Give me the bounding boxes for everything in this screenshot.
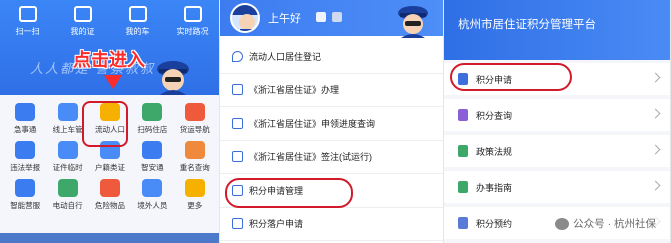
masked-name-block — [332, 12, 342, 22]
grid-item-more[interactable]: 更多 — [174, 179, 216, 211]
document-icon — [458, 145, 468, 157]
user-avatar-icon — [232, 5, 258, 31]
menu-header: 上午好 — [220, 0, 443, 38]
police-mascot-icon — [157, 61, 189, 95]
robot-icon — [15, 179, 36, 197]
highlight-ring-points-apply — [450, 63, 572, 91]
document-icon — [232, 84, 243, 96]
shortcut-my-car[interactable]: 我的车 — [113, 6, 163, 37]
shortcut-my-id[interactable]: 我的证 — [58, 6, 108, 37]
grid-item-e-bike[interactable]: 电动自行 — [46, 179, 88, 211]
scan-icon — [18, 6, 37, 22]
app-home-panel: 扫一扫 我的证 我的车 实时路况 人人都是 警察叔叔 点击进入 急事通 线上车管… — [0, 0, 220, 243]
chevron-right-icon — [650, 108, 661, 119]
list-item-policies[interactable]: 政策法规 — [444, 135, 670, 167]
grid-item-smart-service[interactable]: 智能营服 — [4, 179, 46, 211]
greeting-text: 上午好 — [268, 13, 301, 25]
platform-header: 杭州市居住证积分管理平台 — [444, 0, 670, 60]
avatar[interactable] — [230, 3, 260, 33]
top-shortcut-bar: 扫一扫 我的证 我的车 实时路况 — [0, 6, 219, 37]
document-icon — [232, 218, 243, 230]
grid-item-hotel-checkin[interactable]: 扫码住店 — [131, 103, 173, 135]
chevron-right-icon — [650, 144, 661, 155]
id-card-icon — [73, 6, 92, 22]
list-item-points-query[interactable]: 积分查询 — [444, 99, 670, 131]
hazard-icon — [99, 179, 120, 197]
grid-item-freight-nav[interactable]: 货运导航 — [174, 103, 216, 135]
grid-item-violation-report[interactable]: 违法举报 — [4, 141, 46, 173]
grid-item-zhiantong[interactable]: 智安通 — [131, 141, 173, 173]
highlight-ring-floating-population — [82, 101, 128, 147]
menu-item-permit-progress[interactable]: 《浙江省居住证》申领进度查询 — [220, 107, 443, 141]
id-card-icon — [232, 151, 243, 163]
grid-item-hazardous[interactable]: 危险物品 — [89, 179, 131, 211]
menu-item-registration[interactable]: 流动人口居住登记 — [220, 40, 443, 74]
points-platform-panel: 杭州市居住证积分管理平台 积分申请 积分查询 政策法规 办事指南 积分预约 公众… — [444, 0, 671, 243]
police-mascot-icon — [398, 6, 428, 38]
grid-item-name-check[interactable]: 重名查询 — [174, 141, 216, 173]
grid-item-foreigners[interactable]: 境外人员 — [131, 179, 173, 211]
watermark: 公众号 · 杭州社保 — [551, 214, 660, 233]
bike-icon — [57, 179, 78, 197]
globe-icon — [142, 179, 163, 197]
highlight-ring-points-management — [225, 178, 353, 208]
chevron-right-icon — [650, 72, 661, 83]
hotel-icon — [142, 103, 163, 121]
click-to-enter-label: 点击进入 — [73, 50, 145, 71]
chevron-right-icon — [650, 180, 661, 191]
id-card-icon — [232, 117, 243, 129]
service-menu-list: 流动人口居住登记 《浙江省居住证》办理 《浙江省居住证》申领进度查询 《浙江省居… — [220, 40, 443, 241]
service-menu-panel: 上午好 流动人口居住登记 《浙江省居住证》办理 《浙江省居住证》申领进度查询 《… — [220, 0, 444, 243]
car-icon — [128, 6, 147, 22]
location-pin-icon — [232, 50, 243, 62]
car-service-icon — [57, 103, 78, 121]
grid-item-temp-id[interactable]: 证件临时 — [46, 141, 88, 173]
page-title: 杭州市居住证积分管理平台 — [458, 19, 596, 31]
grid-item-emergency[interactable]: 急事通 — [4, 103, 46, 135]
masked-name-block — [316, 12, 326, 22]
shield-icon — [142, 141, 163, 159]
menu-item-permit-apply[interactable]: 《浙江省居住证》办理 — [220, 74, 443, 107]
more-icon — [184, 179, 205, 197]
id-card-icon — [57, 141, 78, 159]
list-item-guide[interactable]: 办事指南 — [444, 171, 670, 203]
shortcut-scan[interactable]: 扫一扫 — [3, 6, 53, 37]
emergency-icon — [15, 103, 36, 121]
down-arrow-icon — [104, 75, 122, 89]
wechat-icon — [555, 217, 570, 230]
search-icon — [184, 141, 205, 159]
menu-item-settlement-apply[interactable]: 积分落户申请 — [220, 208, 443, 241]
document-icon — [458, 181, 468, 193]
shortcut-traffic[interactable]: 实时路况 — [168, 6, 218, 37]
report-icon — [15, 141, 36, 159]
document-icon — [458, 217, 468, 229]
truck-icon — [184, 103, 205, 121]
menu-item-permit-endorse[interactable]: 《浙江省居住证》签注(试运行) — [220, 141, 443, 174]
bottom-banner — [0, 233, 219, 243]
document-icon — [458, 109, 468, 121]
traffic-icon — [183, 6, 202, 22]
